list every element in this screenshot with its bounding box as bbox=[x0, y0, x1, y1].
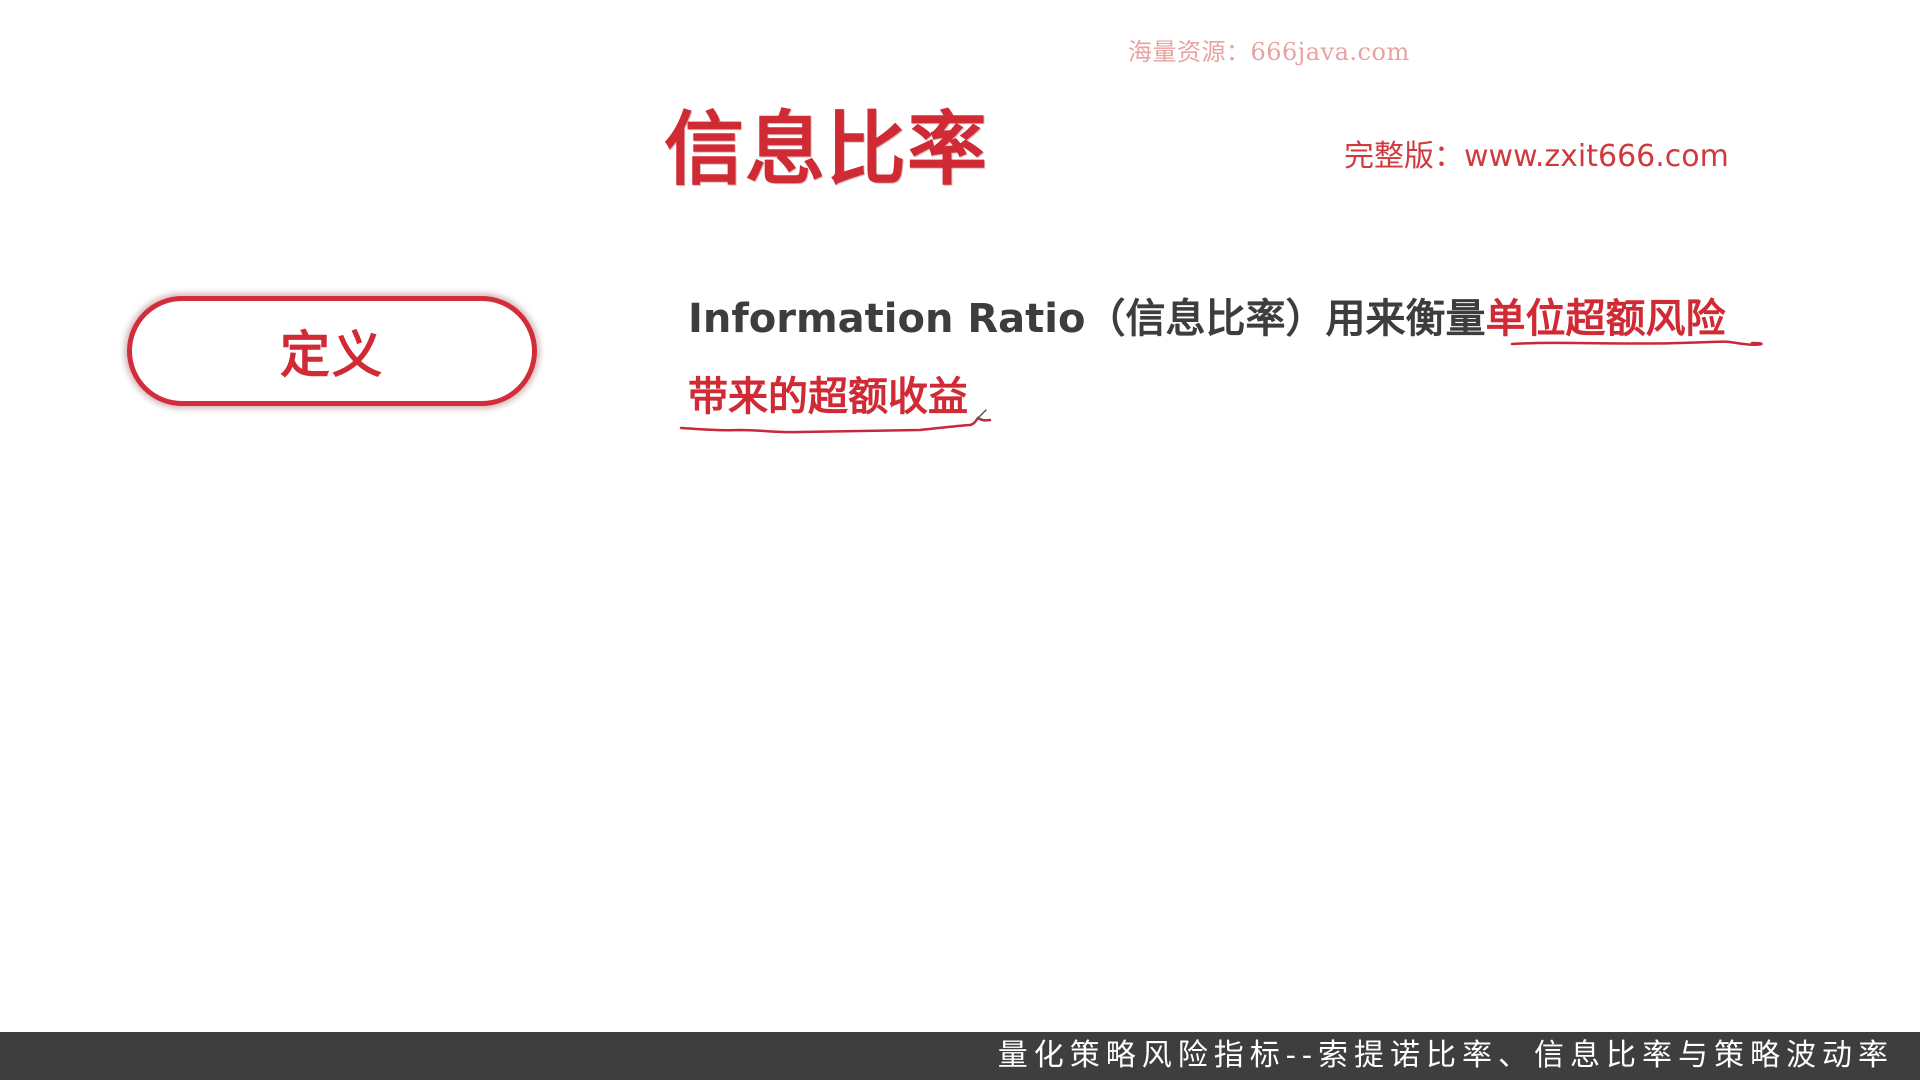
definition-label-pill: 定义 bbox=[127, 296, 537, 406]
subtitle-caption: 量化策略风险指标--索提诺比率、信息比率与策略波动率 bbox=[997, 1038, 1894, 1073]
definition-text: Information Ratio（信息比率）用来衡量单位超额风险 带来的超额收… bbox=[688, 280, 1768, 436]
subtitle-bar: 量化策略风险指标--索提诺比率、信息比率与策略波动率 bbox=[0, 1032, 1920, 1080]
watermark-full-version: 完整版：www.zxit666.com bbox=[1344, 139, 1729, 174]
definition-label: 定义 bbox=[280, 326, 384, 384]
watermark-top: 海量资源：666java.com bbox=[1128, 38, 1410, 66]
definition-highlight-2: 带来的超额收益 bbox=[688, 374, 968, 420]
slide: 海量资源：666java.com 信息比率 完整版：www.zxit666.co… bbox=[0, 0, 1920, 1080]
definition-highlight-1: 单位超额风险 bbox=[1485, 296, 1726, 342]
definition-plain-text: Information Ratio（信息比率）用来衡量 bbox=[688, 296, 1486, 342]
page-title: 信息比率 bbox=[664, 103, 988, 196]
definition-line-2: 带来的超额收益 bbox=[688, 358, 1768, 436]
definition-line-1: Information Ratio（信息比率）用来衡量单位超额风险 bbox=[688, 280, 1768, 358]
